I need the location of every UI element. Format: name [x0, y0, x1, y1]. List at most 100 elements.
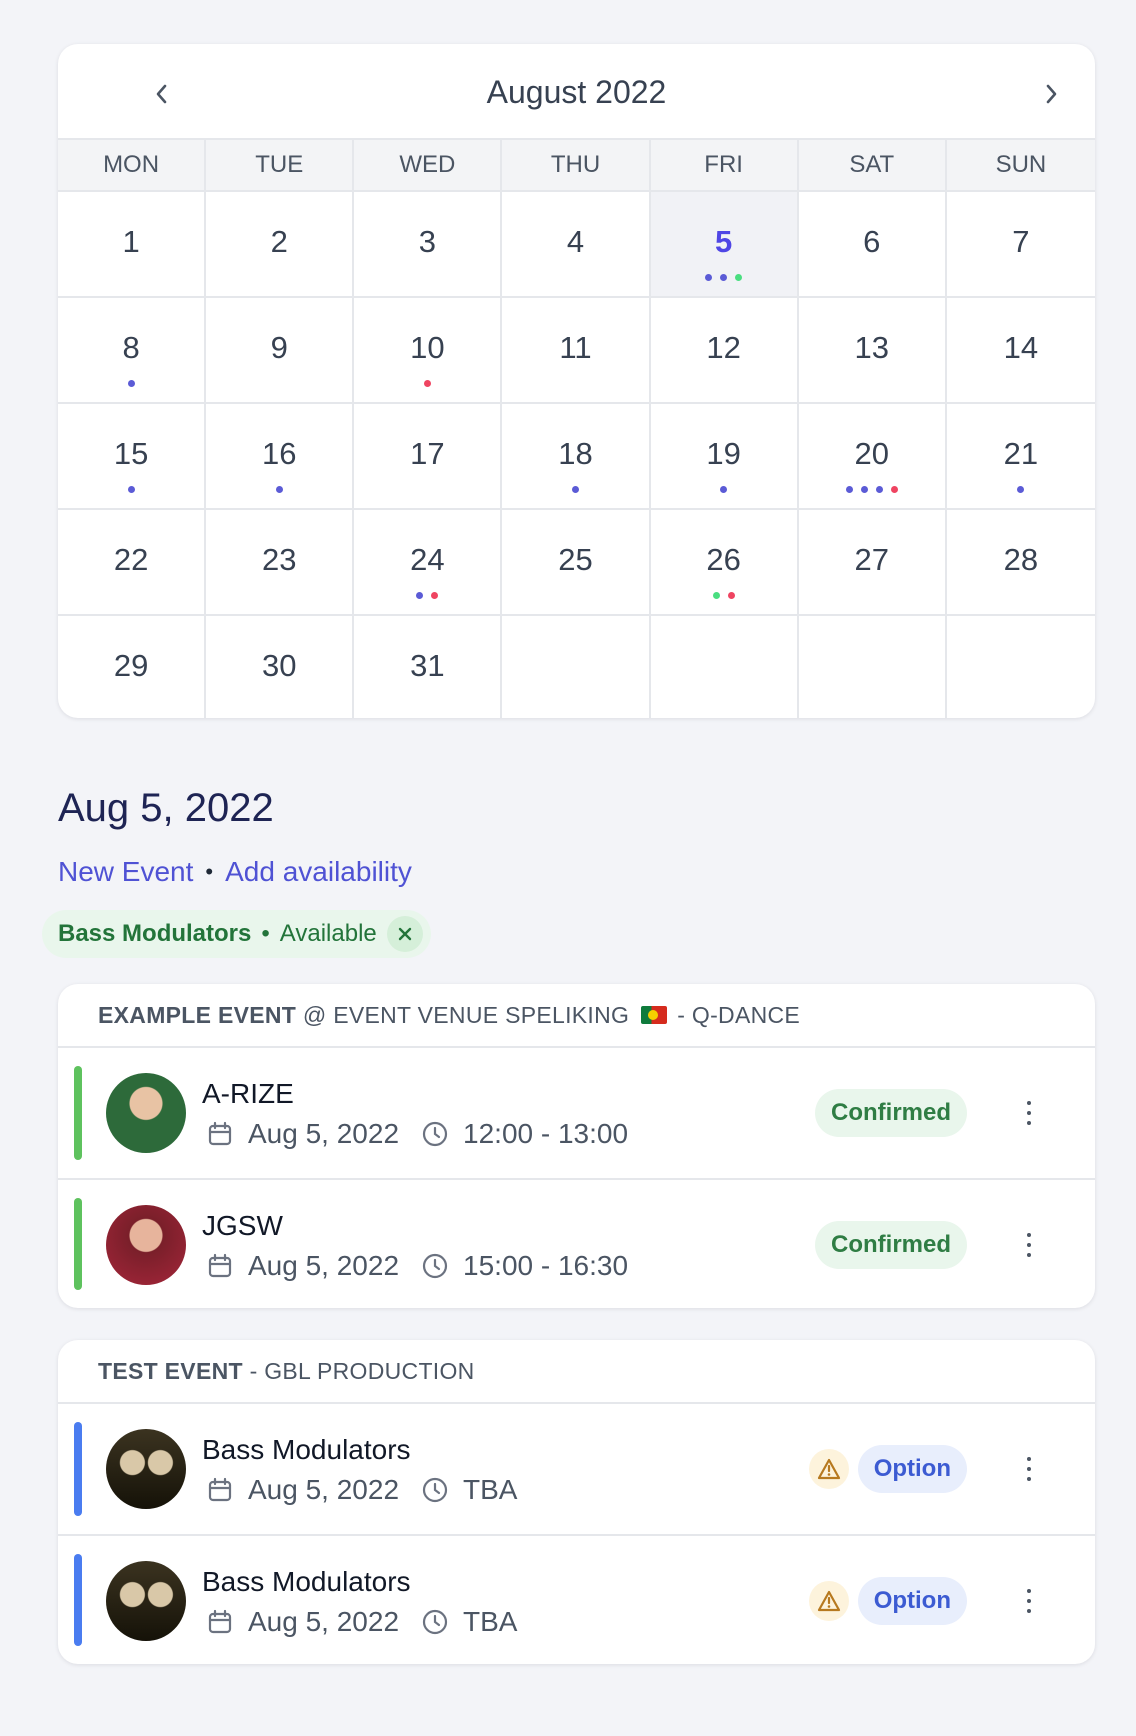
calendar-day[interactable]: 12 [650, 296, 799, 402]
day-number: 12 [706, 330, 741, 365]
event-organizer: - GBL PRODUCTION [249, 1357, 475, 1384]
event-indicators [423, 380, 431, 388]
booking-meta: Aug 5, 2022 15:00 - 16:30 [206, 1250, 628, 1282]
calendar-day[interactable]: 11 [502, 296, 651, 402]
calendar-day[interactable]: 26 [650, 508, 799, 614]
calendar-empty-cell [946, 614, 1095, 718]
calendar-day[interactable]: 30 [206, 614, 355, 718]
booking-meta: Aug 5, 2022 12:00 - 13:00 [206, 1118, 628, 1150]
booking-date: Aug 5, 2022 [248, 1118, 400, 1149]
calendar-day[interactable]: 13 [798, 296, 947, 402]
day-number: 31 [410, 648, 445, 683]
calendar-day[interactable]: 9 [206, 296, 355, 402]
calendar-day[interactable]: 10 [354, 296, 503, 402]
event-dot-blue [1017, 486, 1025, 493]
calendar-day[interactable]: 27 [798, 508, 947, 614]
more-options-button[interactable] [1023, 1229, 1035, 1261]
remove-availability-button[interactable] [386, 916, 423, 952]
kebab-dot-icon [1027, 1111, 1031, 1115]
clock-icon [422, 1609, 448, 1635]
calendar-day[interactable]: 2 [206, 190, 355, 296]
calendar-empty-cell [798, 614, 947, 718]
calendar-day[interactable]: 31 [354, 614, 503, 718]
calendar-day[interactable]: 7 [946, 190, 1095, 296]
calendar-day[interactable]: 28 [946, 508, 1095, 614]
calendar-day[interactable]: 17 [354, 402, 503, 508]
calendar-day[interactable]: 29 [58, 614, 207, 718]
booking-row[interactable]: A-RIZE Aug 5, 2022 12:00 - 13:00 Confirmed [58, 1048, 1095, 1178]
booking-row[interactable]: Bass Modulators Aug 5, 2022 TBA Option [58, 1404, 1095, 1534]
event-indicators [127, 380, 135, 388]
weekday-header: MON TUE WED THU FRI SAT SUN [58, 140, 1095, 190]
calendar-day[interactable]: 25 [502, 508, 651, 614]
day-actions: New Event • Add availability [58, 856, 412, 888]
event-indicators [845, 486, 898, 494]
kebab-dot-icon [1027, 1253, 1031, 1257]
calendar-day[interactable]: 8 [58, 296, 207, 402]
kebab-dot-icon [1027, 1457, 1031, 1461]
artist-name: A-RIZE [202, 1078, 294, 1109]
calendar-day[interactable]: 5 [650, 190, 799, 296]
event-header[interactable]: TEST EVENT - GBL PRODUCTION [58, 1340, 1095, 1404]
kebab-dot-icon [1027, 1477, 1031, 1481]
calendar-day[interactable]: 21 [946, 402, 1095, 508]
status-badge: Confirmed [815, 1221, 967, 1269]
event-dot-blue [875, 486, 883, 493]
more-options-button[interactable] [1023, 1585, 1035, 1617]
status-bar [74, 1066, 82, 1160]
event-indicators [705, 274, 743, 282]
avatar [106, 1561, 186, 1641]
calendar-day[interactable]: 14 [946, 296, 1095, 402]
more-options-button[interactable] [1023, 1097, 1035, 1129]
weekday-label: MON [58, 140, 207, 190]
booking-row[interactable]: Bass Modulators Aug 5, 2022 TBA Option [58, 1534, 1095, 1664]
day-number: 10 [410, 330, 445, 365]
calendar-day[interactable]: 15 [58, 402, 207, 508]
calendar-day[interactable]: 3 [354, 190, 503, 296]
more-options-button[interactable] [1023, 1453, 1035, 1485]
calendar: August 2022 MON TUE WED THU FRI SAT SUN 123456… [58, 44, 1095, 718]
warning-icon [817, 1590, 841, 1612]
calendar-day[interactable]: 18 [502, 402, 651, 508]
next-month-button[interactable] [1031, 74, 1071, 114]
calendar-day[interactable]: 4 [502, 190, 651, 296]
add-availability-link[interactable]: Add availability [225, 856, 412, 888]
close-icon [398, 927, 411, 941]
calendar-day[interactable]: 19 [650, 402, 799, 508]
day-number: 16 [261, 436, 297, 471]
booking-row[interactable]: JGSW Aug 5, 2022 15:00 - 16:30 Confirmed [58, 1178, 1095, 1308]
new-event-link[interactable]: New Event [58, 856, 193, 888]
day-number: 29 [113, 648, 149, 683]
month-title: August 2022 [486, 74, 667, 110]
calendar-day[interactable]: 6 [798, 190, 947, 296]
calendar-icon [208, 1609, 232, 1634]
calendar-day[interactable]: 20 [798, 402, 947, 508]
calendar-day[interactable]: 24 [354, 508, 503, 614]
event-dot-blue [127, 380, 135, 387]
day-number: 7 [1012, 224, 1030, 259]
booking-date: Aug 5, 2022 [248, 1474, 400, 1505]
weekday-label: TUE [206, 140, 355, 190]
avatar [106, 1429, 186, 1509]
day-number: 2 [270, 224, 288, 259]
calendar-day[interactable]: 23 [206, 508, 355, 614]
calendar-day[interactable]: 16 [206, 402, 355, 508]
day-number: 25 [558, 542, 593, 577]
event-dot-blue [275, 486, 283, 493]
event-indicators [275, 486, 283, 494]
day-grid: 1 2 3 4 5 6 7 8 9 10 11 12 13 14 15 16 17 18 19 20 21 22 23 24 2… [58, 190, 1095, 718]
status-bar [74, 1198, 82, 1290]
day-number: 4 [566, 224, 585, 259]
calendar-day[interactable]: 1 [58, 190, 207, 296]
weekday-label: SAT [798, 140, 947, 190]
event-header[interactable]: EXAMPLE EVENT @ EVENT VENUE SPELIKING - Q… [58, 984, 1095, 1048]
event-dot-blue [705, 274, 713, 281]
artist-name: Bass Modulators [202, 1434, 411, 1465]
event-dot-blue [720, 486, 728, 493]
availability-status: Available [279, 920, 377, 947]
artist-name: Bass Modulators [202, 1566, 411, 1597]
calendar-day[interactable]: 22 [58, 508, 207, 614]
event-indicators [1017, 486, 1025, 494]
weekday-label: WED [354, 140, 503, 190]
artist-name: JGSW [202, 1210, 283, 1241]
